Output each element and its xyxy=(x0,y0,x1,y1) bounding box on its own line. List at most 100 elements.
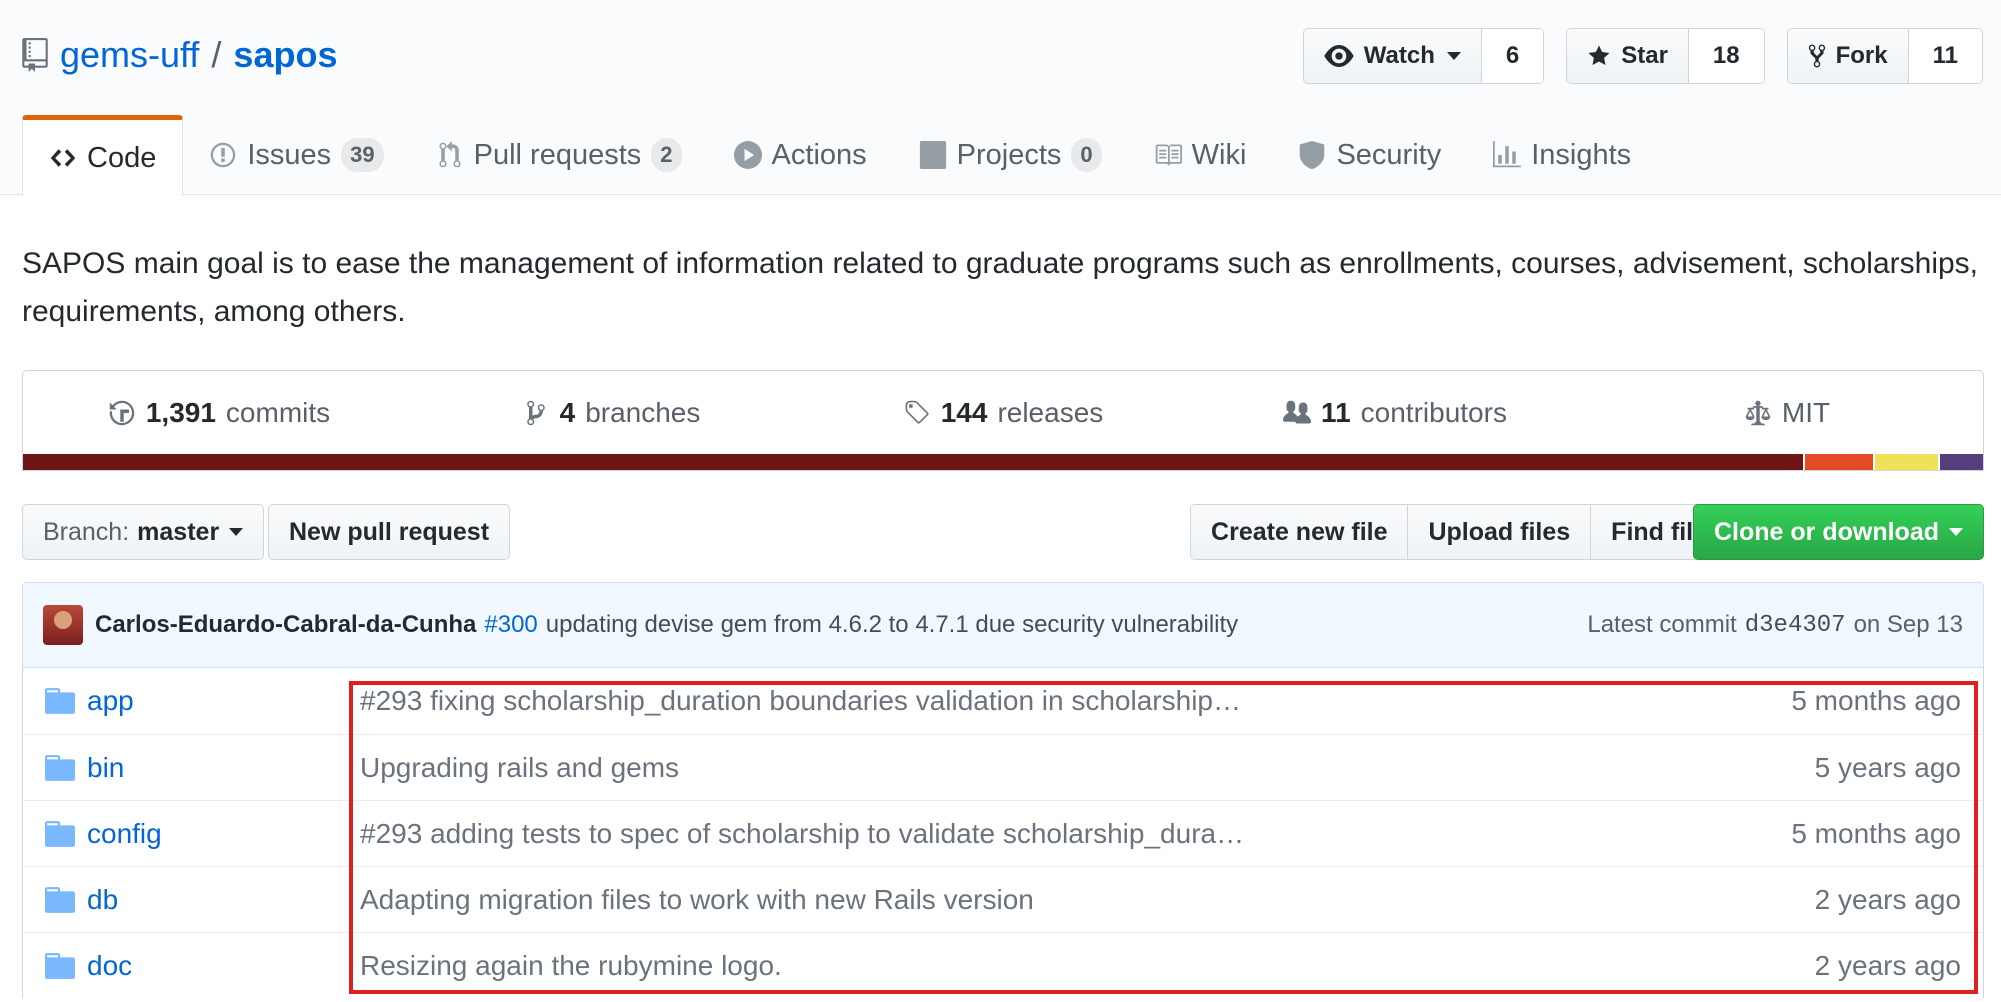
tab-projects[interactable]: Projects 0 xyxy=(893,114,1128,196)
license-link[interactable]: MIT xyxy=(1591,371,1983,454)
language-bar[interactable] xyxy=(22,454,1984,471)
releases-link[interactable]: 144 releases xyxy=(807,371,1199,454)
play-icon xyxy=(733,141,762,169)
watch-button[interactable]: Watch xyxy=(1303,29,1482,83)
star-button[interactable]: Star xyxy=(1567,29,1689,83)
file-age: 5 months ago xyxy=(1791,817,1961,849)
folder-icon xyxy=(45,754,75,781)
commits-label: commits xyxy=(225,396,331,428)
file-commit-message[interactable]: #293 fixing scholarship_duration boundar… xyxy=(360,685,1791,717)
tab-code[interactable]: Code xyxy=(22,115,184,197)
file-age: 2 years ago xyxy=(1814,949,1961,981)
branch-icon xyxy=(526,400,545,425)
commit-sha-link[interactable]: d3e4307 xyxy=(1745,612,1846,639)
upload-files-button[interactable]: Upload files xyxy=(1408,505,1592,559)
clone-or-download-button[interactable]: Clone or download xyxy=(1693,504,1984,560)
file-commit-message[interactable]: #293 adding tests to spec of scholarship… xyxy=(360,818,1791,850)
tab-issues[interactable]: Issues 39 xyxy=(183,114,409,196)
chevron-down-icon xyxy=(1446,52,1461,60)
commit-date: on Sep 13 xyxy=(1853,611,1963,638)
file-age: 2 years ago xyxy=(1814,883,1961,915)
star-count[interactable]: 18 xyxy=(1688,29,1764,83)
contributors-link[interactable]: 11 contributors xyxy=(1199,371,1591,454)
commit-message[interactable]: updating devise gem from 4.6.2 to 4.7.1 … xyxy=(546,611,1238,639)
file-age: 5 months ago xyxy=(1791,685,1961,716)
watch-label: Watch xyxy=(1363,42,1435,69)
branches-link[interactable]: 4 branches xyxy=(415,371,807,454)
file-commit-message[interactable]: Adapting migration files to work with ne… xyxy=(360,884,1815,916)
latest-commit-bar: Carlos-Eduardo-Cabral-da-Cunha #300 upda… xyxy=(22,582,1984,668)
law-icon xyxy=(1745,400,1771,425)
tab-insights[interactable]: Insights xyxy=(1467,114,1657,196)
folder-icon xyxy=(45,688,75,714)
star-label: Star xyxy=(1621,42,1668,69)
file-name-link[interactable]: doc xyxy=(87,950,360,982)
file-commit-message[interactable]: Resizing again the rubymine logo. xyxy=(360,950,1815,982)
language-segment[interactable] xyxy=(1802,454,1873,470)
tab-wiki[interactable]: Wiki xyxy=(1128,114,1273,196)
graph-icon xyxy=(1493,141,1522,168)
file-commit-message[interactable]: Upgrading rails and gems xyxy=(360,752,1815,784)
title-separator: / xyxy=(211,34,222,75)
latest-commit-label: Latest commit xyxy=(1587,611,1737,638)
fork-group: Fork 11 xyxy=(1786,28,1983,84)
folder-icon xyxy=(45,952,75,979)
star-icon xyxy=(1588,45,1610,65)
repo-owner-link[interactable]: gems-uff xyxy=(60,34,199,76)
numbers-summary: 1,391 commits 4 branches 144 releases 11… xyxy=(22,370,1984,454)
tag-icon xyxy=(905,400,929,424)
commits-count: 1,391 xyxy=(145,396,216,428)
language-segment[interactable] xyxy=(1872,454,1939,470)
avatar[interactable] xyxy=(43,605,83,645)
table-row: db Adapting migration files to work with… xyxy=(23,866,1983,932)
chevron-down-icon xyxy=(1949,528,1963,536)
fork-count[interactable]: 11 xyxy=(1908,29,1982,83)
table-row: config #293 adding tests to spec of scho… xyxy=(23,800,1983,866)
tab-label: Wiki xyxy=(1191,138,1247,171)
table-row: doc Resizing again the rubymine logo. 2 … xyxy=(23,932,1983,998)
contributors-label: contributors xyxy=(1360,396,1507,428)
commit-pr-link[interactable]: #300 xyxy=(484,611,537,639)
releases-count: 144 xyxy=(940,396,988,428)
tab-actions[interactable]: Actions xyxy=(708,114,893,196)
pagehead-actions: Watch 6 Star 18 Fork 11 xyxy=(1302,28,1983,84)
language-segment[interactable] xyxy=(1938,454,1983,470)
tab-label: Actions xyxy=(771,138,867,171)
file-name-link[interactable]: bin xyxy=(87,752,360,784)
file-name-link[interactable]: db xyxy=(87,884,360,916)
repo-header: gems-uff / sapos Watch 6 Star 18 Fork 11 xyxy=(0,0,2001,197)
new-pull-request-button[interactable]: New pull request xyxy=(268,504,511,560)
tab-label: Issues xyxy=(247,138,332,171)
file-name-link[interactable]: config xyxy=(87,818,360,850)
tab-pull-requests[interactable]: Pull requests 2 xyxy=(410,114,708,196)
tab-security[interactable]: Security xyxy=(1272,114,1467,196)
tab-label: Pull requests xyxy=(473,138,642,171)
branch-name: master xyxy=(137,517,220,546)
commit-author-link[interactable]: Carlos-Eduardo-Cabral-da-Cunha xyxy=(95,611,476,639)
chevron-down-icon xyxy=(229,528,244,536)
language-segment[interactable] xyxy=(23,454,1803,470)
pull-requests-counter: 2 xyxy=(651,138,682,172)
file-actions-group: Create new file Upload files Find file xyxy=(1190,504,1728,560)
pull-request-icon xyxy=(439,141,461,168)
issue-icon xyxy=(211,142,236,168)
eye-icon xyxy=(1324,45,1354,67)
file-name-link[interactable]: app xyxy=(87,685,360,717)
branch-select-button[interactable]: Branch: master xyxy=(22,504,265,560)
branch-prefix: Branch: xyxy=(43,517,130,546)
commits-link[interactable]: 1,391 commits xyxy=(23,371,415,454)
fork-button[interactable]: Fork xyxy=(1787,29,1909,83)
history-icon xyxy=(109,400,135,425)
branches-count: 4 xyxy=(559,396,576,428)
create-new-file-button[interactable]: Create new file xyxy=(1191,505,1409,559)
file-age: 5 years ago xyxy=(1814,751,1961,783)
folder-icon xyxy=(45,820,75,847)
branches-label: branches xyxy=(585,396,701,428)
contributors-count: 11 xyxy=(1321,396,1351,428)
watch-count[interactable]: 6 xyxy=(1481,29,1544,83)
book-icon xyxy=(1155,144,1182,166)
folder-icon xyxy=(45,886,75,913)
file-navigation: Branch: master New pull request Create n… xyxy=(22,504,1984,562)
repo-name-link[interactable]: sapos xyxy=(233,34,337,76)
issues-counter: 39 xyxy=(341,138,384,172)
